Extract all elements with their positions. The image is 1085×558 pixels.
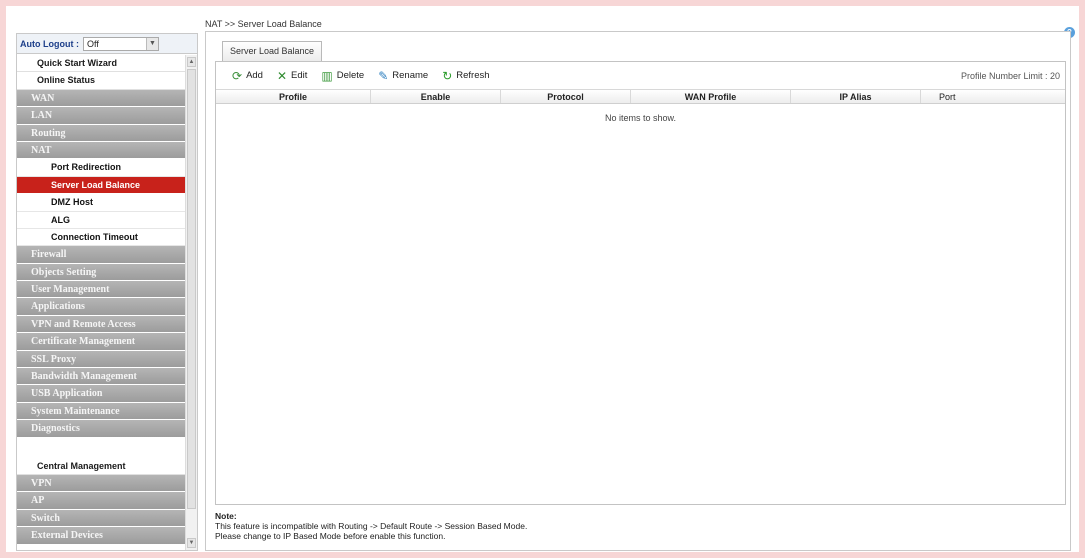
sidebar-item-quick-start-wizard[interactable]: Quick Start Wizard: [17, 55, 185, 73]
sidebar-section-central-management: Central Management: [17, 457, 185, 475]
column-header-wan-profile[interactable]: WAN Profile: [631, 90, 791, 103]
sidebar-item-connection-timeout[interactable]: Connection Timeout: [17, 228, 185, 247]
sidebar-item-external-devices[interactable]: External Devices: [17, 527, 185, 545]
delete-label: Delete: [336, 70, 365, 81]
note-line-2: Please change to IP Based Mode before en…: [215, 531, 446, 541]
sidebar-item-usb-application[interactable]: USB Application: [17, 385, 185, 403]
auto-logout-select[interactable]: Off ▼: [82, 36, 159, 51]
add-label: Add: [246, 70, 263, 81]
sidebar-item-user-management[interactable]: User Management: [17, 281, 185, 299]
auto-logout-row: Auto Logout : Off ▼: [17, 34, 197, 54]
note-line-1: This feature is incompatible with Routin…: [215, 521, 528, 531]
tab-server-load-balance[interactable]: Server Load Balance: [222, 41, 323, 61]
main-panel: Server Load Balance ⟳ Add ✕ Edit ▥ Delet…: [205, 31, 1071, 551]
sidebar-item-firewall[interactable]: Firewall: [17, 246, 185, 264]
sidebar-item-lan[interactable]: LAN: [17, 107, 185, 125]
rename-icon: ✎: [378, 68, 389, 83]
sidebar-item-port-redirection[interactable]: Port Redirection: [17, 159, 185, 177]
edit-button[interactable]: ✕ Edit: [277, 70, 307, 82]
scroll-up-icon[interactable]: ▲: [187, 57, 196, 67]
sidebar-item-switch[interactable]: Switch: [17, 509, 185, 528]
sidebar-item-objects-setting[interactable]: Objects Setting: [17, 263, 185, 282]
toolbar: ⟳ Add ✕ Edit ▥ Delete ✎ Rename ↻ Refresh…: [216, 62, 1065, 90]
sidebar-menu: Quick Start Wizard Online Status WAN LAN…: [17, 55, 185, 545]
add-button[interactable]: ⟳ Add: [232, 70, 263, 82]
rename-button[interactable]: ✎ Rename: [378, 70, 428, 82]
column-header-ip-alias[interactable]: IP Alias: [791, 90, 921, 103]
auto-logout-label: Auto Logout :: [20, 38, 79, 49]
column-header-enable[interactable]: Enable: [371, 90, 501, 103]
sidebar-scrollbar[interactable]: ▲ ▼: [185, 55, 197, 550]
sidebar-item-ssl-proxy[interactable]: SSL Proxy: [17, 350, 185, 369]
sidebar: Auto Logout : Off ▼ Quick Start Wizard O…: [16, 33, 198, 551]
sidebar-item-online-status[interactable]: Online Status: [17, 72, 185, 90]
rename-label: Rename: [392, 70, 429, 81]
refresh-label: Refresh: [456, 70, 490, 81]
sidebar-item-alg[interactable]: ALG: [17, 211, 185, 229]
column-header-port[interactable]: Port: [921, 90, 1065, 103]
add-icon: ⟳: [232, 68, 243, 83]
grid-header: Profile Enable Protocol WAN Profile IP A…: [216, 90, 1065, 104]
refresh-button[interactable]: ↻ Refresh: [442, 70, 489, 82]
column-header-profile[interactable]: Profile: [216, 90, 371, 103]
chevron-down-icon: ▼: [145, 37, 158, 50]
sidebar-item-diagnostics[interactable]: Diagnostics: [17, 420, 185, 438]
edit-label: Edit: [291, 70, 308, 81]
delete-icon: ▥: [321, 68, 333, 83]
auto-logout-value: Off: [86, 38, 99, 49]
empty-grid-message: No items to show.: [604, 113, 677, 123]
sidebar-spacer: [17, 437, 185, 458]
scroll-down-icon[interactable]: ▼: [187, 538, 196, 548]
sidebar-item-applications[interactable]: Applications: [17, 298, 185, 316]
sidebar-item-routing[interactable]: Routing: [17, 124, 185, 142]
content-box: ⟳ Add ✕ Edit ▥ Delete ✎ Rename ↻ Refresh…: [215, 61, 1066, 505]
edit-icon: ✕: [276, 68, 288, 83]
profile-number-limit: Profile Number Limit : 20: [960, 71, 1060, 81]
scrollbar-thumb[interactable]: [187, 69, 196, 509]
sidebar-item-server-load-balance[interactable]: Server Load Balance: [17, 176, 185, 195]
sidebar-item-vpn[interactable]: VPN: [17, 474, 185, 493]
breadcrumb: NAT >> Server Load Balance: [205, 19, 322, 29]
sidebar-item-vpn-remote-access[interactable]: VPN and Remote Access: [17, 315, 185, 334]
sidebar-item-dmz-host[interactable]: DMZ Host: [17, 194, 185, 212]
column-header-protocol[interactable]: Protocol: [501, 90, 631, 103]
refresh-icon: ↻: [442, 68, 453, 83]
sidebar-item-system-maintenance[interactable]: System Maintenance: [17, 402, 185, 421]
note-title: Note:: [215, 511, 237, 521]
sidebar-item-ap[interactable]: AP: [17, 492, 185, 510]
sidebar-item-bandwidth-management[interactable]: Bandwidth Management: [17, 368, 185, 386]
sidebar-item-wan[interactable]: WAN: [17, 89, 185, 108]
delete-button[interactable]: ▥ Delete: [321, 70, 364, 82]
sidebar-item-nat[interactable]: NAT: [17, 141, 185, 160]
sidebar-item-certificate-management[interactable]: Certificate Management: [17, 333, 185, 351]
note: Note: This feature is incompatible with …: [215, 511, 527, 541]
